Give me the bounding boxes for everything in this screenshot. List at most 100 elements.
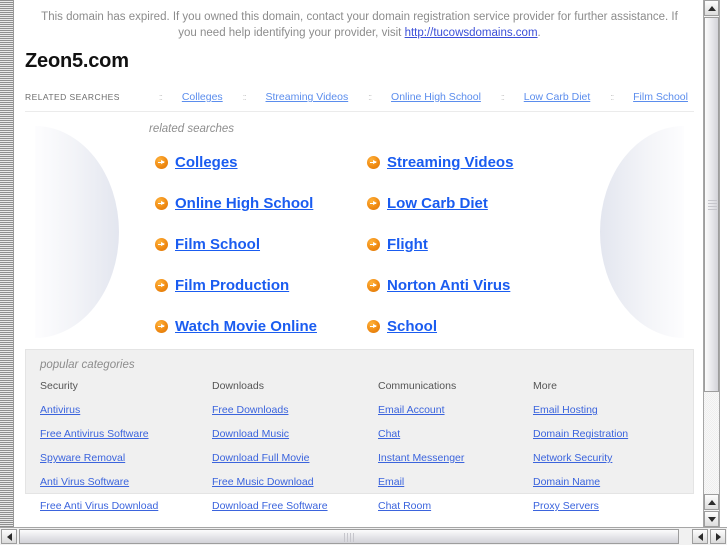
related-search-item-5[interactable]: Film School: [155, 224, 367, 265]
category-link[interactable]: Email Hosting: [533, 404, 598, 416]
related-searches-grid: Colleges Streaming Videos Online High Sc…: [155, 142, 595, 341]
related-searches-caption: related searches: [149, 123, 235, 135]
category-heading: More: [533, 380, 557, 392]
related-search-item-6[interactable]: Flight: [367, 224, 595, 265]
category-link[interactable]: Chat Room: [378, 500, 431, 512]
arrow-circle-right-icon: [367, 279, 380, 292]
related-search-item-4[interactable]: Low Carb Diet: [367, 183, 595, 224]
scroll-left-button-right[interactable]: [692, 529, 708, 544]
category-column-security: Security Antivirus Free Antivirus Softwa…: [40, 380, 212, 520]
scroll-right-button[interactable]: [710, 529, 726, 544]
banner-text-after: .: [537, 27, 541, 39]
horizontal-scrollbar-thumb[interactable]: [19, 529, 679, 544]
category-link[interactable]: Spyware Removal: [40, 452, 125, 464]
related-search-item-9[interactable]: Watch Movie Online: [155, 306, 367, 341]
category-link[interactable]: Chat: [378, 428, 400, 440]
related-bar-link-4[interactable]: Low Carb Diet: [524, 91, 591, 103]
category-link[interactable]: Free Downloads: [212, 404, 288, 416]
related-search-item-1[interactable]: Colleges: [155, 142, 367, 183]
vertical-scrollbar[interactable]: [703, 0, 720, 527]
related-search-item-3[interactable]: Online High School: [155, 183, 367, 224]
category-link[interactable]: Domain Registration: [533, 428, 628, 440]
category-link[interactable]: Free Anti Virus Download: [40, 500, 158, 512]
vertical-scrollbar-track-lower[interactable]: [704, 393, 719, 493]
related-search-label: Film Production: [175, 277, 290, 294]
category-link[interactable]: Free Music Download: [212, 476, 314, 488]
category-link-list: Email Hosting Domain Registration Networ…: [533, 400, 693, 514]
separator: ::: [368, 92, 372, 102]
list-item: Free Antivirus Software: [40, 424, 212, 442]
triangle-down-icon: [707, 516, 716, 522]
related-search-item-10[interactable]: School: [367, 306, 595, 341]
category-link[interactable]: Email: [378, 476, 404, 488]
related-search-label: Online High School: [175, 195, 314, 212]
related-bar-link-1[interactable]: Colleges: [182, 91, 223, 103]
page-content: This domain has expired. If you owned th…: [15, 0, 704, 527]
separator: ::: [500, 92, 505, 102]
list-item: Network Security: [533, 448, 693, 466]
list-item: Free Music Download: [212, 472, 378, 490]
related-bar-link-3[interactable]: Online High School: [391, 91, 481, 103]
related-search-item-8[interactable]: Norton Anti Virus: [367, 265, 595, 306]
related-search-label: Colleges: [175, 154, 238, 171]
horizontal-scrollbar[interactable]: [0, 527, 727, 545]
arrow-circle-right-icon: [155, 279, 168, 292]
triangle-up-icon: [707, 5, 716, 11]
category-link[interactable]: Download Free Software: [212, 500, 328, 512]
arrow-circle-right-icon: [155, 238, 168, 251]
category-link[interactable]: Download Music: [212, 428, 289, 440]
related-bar-link-5[interactable]: Film School: [633, 91, 688, 103]
list-item: Proxy Servers: [533, 496, 693, 514]
category-link[interactable]: Download Full Movie: [212, 452, 309, 464]
category-heading: Downloads: [212, 380, 264, 392]
list-item: Email Hosting: [533, 400, 693, 418]
related-searches-panel: related searches Colleges Streaming Vide…: [25, 112, 694, 341]
scroll-up-button[interactable]: [704, 0, 719, 16]
related-search-item-2[interactable]: Streaming Videos: [367, 142, 595, 183]
list-item: Free Downloads: [212, 400, 378, 418]
left-edge-texture: [0, 0, 14, 527]
category-link[interactable]: Antivirus: [40, 404, 80, 416]
arrow-circle-right-icon: [367, 156, 380, 169]
category-link[interactable]: Anti Virus Software: [40, 476, 129, 488]
separator: ::: [242, 92, 247, 102]
arrow-circle-right-icon: [155, 197, 168, 210]
related-bar-link-2[interactable]: Streaming Videos: [266, 91, 349, 103]
scroll-down-button[interactable]: [704, 511, 719, 527]
scroll-left-button[interactable]: [1, 529, 17, 544]
decorative-arc-left: [35, 126, 119, 338]
grip-icon: [708, 199, 717, 210]
arrow-circle-right-icon: [367, 197, 380, 210]
category-link[interactable]: Instant Messenger: [378, 452, 464, 464]
category-heading: Security: [40, 380, 78, 392]
category-link[interactable]: Network Security: [533, 452, 612, 464]
category-column-downloads: Downloads Free Downloads Download Music …: [212, 380, 378, 520]
scroll-up-button-bottom[interactable]: [704, 494, 719, 510]
related-search-label: Streaming Videos: [387, 154, 514, 171]
category-link-list: Email Account Chat Instant Messenger Ema…: [378, 400, 533, 514]
arrow-circle-right-icon: [155, 156, 168, 169]
related-searches-bar-label: RELATED SEARCHES: [25, 92, 120, 102]
list-item: Download Free Software: [212, 496, 378, 514]
triangle-up-icon: [707, 499, 716, 505]
list-item: Download Full Movie: [212, 448, 378, 466]
vertical-scrollbar-thumb[interactable]: [704, 17, 719, 392]
category-link[interactable]: Domain Name: [533, 476, 600, 488]
list-item: Chat Room: [378, 496, 533, 514]
related-searches-bar-items: :: Colleges :: Streaming Videos :: Onlin…: [158, 91, 694, 103]
category-link[interactable]: Email Account: [378, 404, 445, 416]
banner-text-before: This domain has expired. If you owned th…: [41, 11, 678, 39]
category-column-more: More Email Hosting Domain Registration N…: [533, 380, 693, 520]
related-search-label: Flight: [387, 236, 428, 253]
category-link[interactable]: Free Antivirus Software: [40, 428, 149, 440]
list-item: Spyware Removal: [40, 448, 212, 466]
related-search-label: Norton Anti Virus: [387, 277, 511, 294]
category-link[interactable]: Proxy Servers: [533, 500, 599, 512]
list-item: Instant Messenger: [378, 448, 533, 466]
popular-categories-caption: popular categories: [40, 359, 135, 371]
triangle-left-icon: [6, 532, 12, 541]
list-item: Antivirus: [40, 400, 212, 418]
tucowsdomains-link[interactable]: http://tucowsdomains.com: [405, 27, 538, 39]
browser-viewport: This domain has expired. If you owned th…: [0, 0, 727, 545]
related-search-item-7[interactable]: Film Production: [155, 265, 367, 306]
